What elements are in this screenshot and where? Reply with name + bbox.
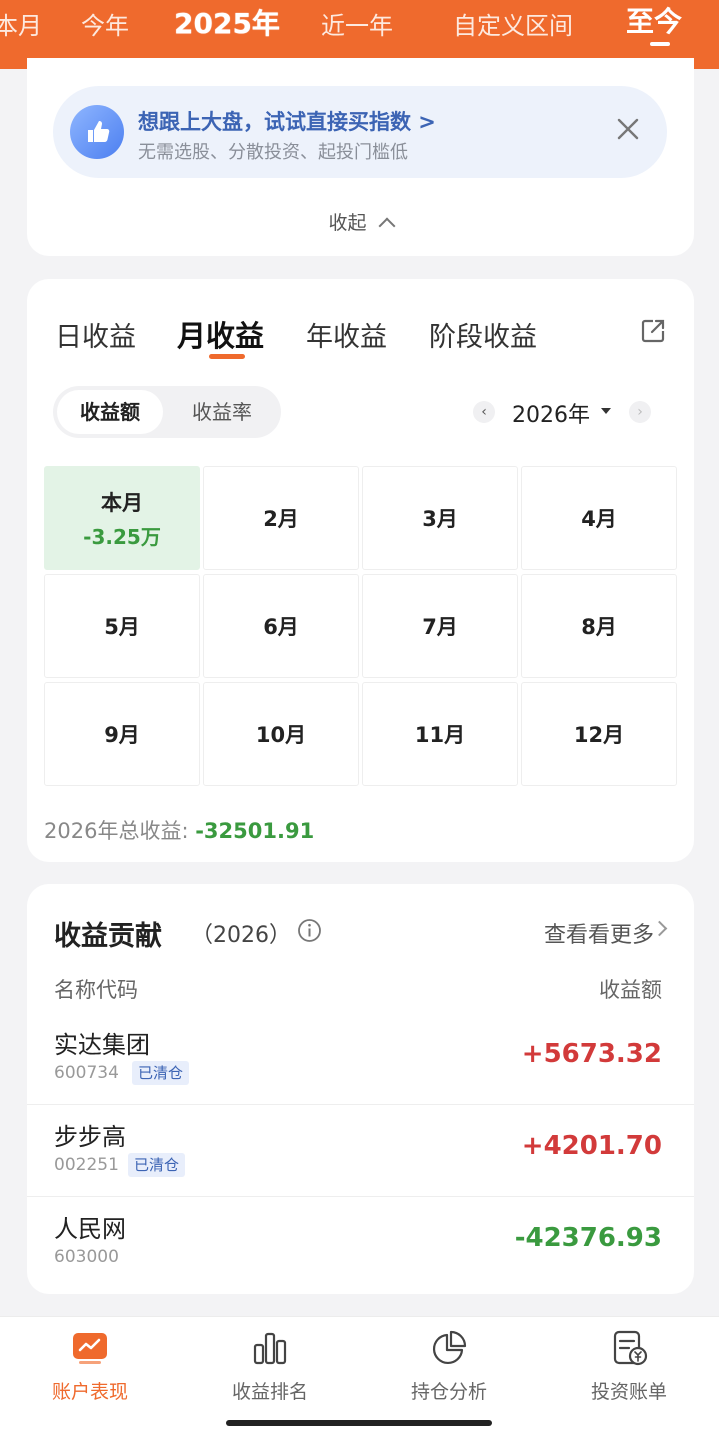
contribution-card: 收益贡献 （2026） 查看看更多 名称代码 收益额 实达集团 600734 已…	[27, 884, 694, 1294]
month-label: 5月	[104, 615, 140, 639]
month-cell[interactable]: 12月	[521, 682, 677, 786]
month-cell[interactable]: 10月	[203, 682, 359, 786]
stock-code: 603000	[54, 1247, 119, 1267]
earnings-card: 日收益 月收益 年收益 阶段收益 收益额 收益率 ‹ 2026年 › 本月 -3…	[27, 279, 694, 862]
month-label: 6月	[263, 615, 299, 639]
nav-account-performance[interactable]: 账户表现	[0, 1329, 180, 1404]
close-icon[interactable]	[615, 116, 641, 142]
bill-icon	[613, 1330, 648, 1366]
month-label: 9月	[104, 723, 140, 747]
account-chart-icon	[73, 1333, 107, 1364]
collapse-label: 收起	[328, 212, 367, 234]
month-label: 10月	[255, 723, 307, 747]
month-value: -3.25万	[83, 524, 161, 549]
stock-name: 人民网	[54, 1215, 126, 1243]
month-label: 本月	[101, 490, 143, 515]
month-label: 7月	[422, 615, 458, 639]
month-label: 3月	[422, 507, 458, 531]
contribution-title: 收益贡献	[54, 921, 162, 952]
month-label: 2月	[263, 507, 299, 531]
year-total: 2026年总收益: -32501.91	[44, 815, 314, 845]
month-label: 11月	[414, 723, 466, 747]
nav-label: 账户表现	[51, 1381, 128, 1403]
promo-title[interactable]: 想跟上大盘，试试直接买指数 >	[138, 106, 436, 136]
nav-label: 持仓分析	[410, 1381, 487, 1403]
next-year-chevron-right-icon[interactable]: ›	[629, 401, 651, 423]
tab-monthly[interactable]: 月收益	[177, 313, 264, 355]
period-tab-custom-range[interactable]: 自定义区间	[453, 6, 573, 41]
promo-card: 想跟上大盘，试试直接买指数 > 无需选股、分散投资、起投门槛低 收起	[27, 58, 694, 256]
nav-label: 投资账单	[590, 1381, 667, 1403]
thumbs-up-icon	[70, 105, 124, 159]
stock-name: 实达集团	[54, 1031, 150, 1059]
promo-subtitle: 无需选股、分散投资、起投门槛低	[138, 142, 408, 163]
prev-year-chevron-left-icon[interactable]: ‹	[473, 401, 495, 423]
tab-yearly[interactable]: 年收益	[306, 315, 387, 354]
active-period-indicator	[650, 42, 670, 46]
chevron-up-icon	[378, 217, 395, 235]
column-header-name: 名称代码	[54, 978, 138, 1002]
period-tab-this-year[interactable]: 今年	[81, 6, 129, 41]
table-row[interactable]: 实达集团 600734 已清仓 +5673.32	[27, 1013, 694, 1105]
home-indicator[interactable]	[226, 1420, 492, 1426]
bar-ranking-icon	[253, 1332, 287, 1365]
info-icon[interactable]	[297, 918, 322, 943]
cleared-badge: 已清仓	[128, 1153, 186, 1177]
stock-code: 600734	[54, 1063, 119, 1083]
stock-code: 002251	[54, 1155, 119, 1175]
month-cell[interactable]: 6月	[203, 574, 359, 678]
profit-amount: +4201.70	[521, 1131, 662, 1161]
table-row[interactable]: 步步高 002251 已清仓 +4201.70	[27, 1105, 694, 1197]
period-tab-2025[interactable]: 2025年	[174, 2, 280, 42]
column-header-amount: 收益额	[599, 978, 662, 1002]
nav-earnings-ranking[interactable]: 收益排名	[180, 1329, 360, 1404]
share-icon[interactable]	[639, 317, 667, 345]
nav-investment-bill[interactable]: 投资账单	[539, 1329, 719, 1404]
tab-daily[interactable]: 日收益	[55, 315, 136, 354]
caret-down-icon[interactable]	[601, 408, 611, 414]
month-cell[interactable]: 5月	[44, 574, 200, 678]
month-cell[interactable]: 3月	[362, 466, 518, 570]
metric-segment-control: 收益额 收益率	[53, 386, 281, 438]
segment-rate[interactable]: 收益率	[167, 390, 277, 434]
tab-period[interactable]: 阶段收益	[429, 315, 537, 354]
month-label: 4月	[581, 507, 617, 531]
loss-amount: -42376.93	[514, 1223, 662, 1253]
month-cell-current[interactable]: 本月 -3.25万	[44, 466, 200, 570]
month-label: 12月	[573, 723, 625, 747]
month-cell[interactable]: 9月	[44, 682, 200, 786]
index-promo-banner[interactable]: 想跟上大盘，试试直接买指数 > 无需选股、分散投资、起投门槛低	[53, 86, 667, 178]
month-cell[interactable]: 7月	[362, 574, 518, 678]
total-value: -32501.91	[195, 819, 315, 843]
collapse-button[interactable]: 收起	[27, 208, 694, 235]
month-cell[interactable]: 4月	[521, 466, 677, 570]
month-cell[interactable]: 11月	[362, 682, 518, 786]
view-more-link[interactable]: 查看看更多	[544, 917, 654, 949]
month-label: 8月	[581, 615, 617, 639]
table-row[interactable]: 人民网 603000 -42376.93	[27, 1197, 694, 1289]
active-tab-indicator	[209, 354, 245, 359]
nav-label: 收益排名	[231, 1381, 308, 1403]
cleared-badge: 已清仓	[132, 1061, 190, 1085]
segment-amount[interactable]: 收益额	[57, 390, 163, 434]
profit-amount: +5673.32	[521, 1039, 662, 1069]
total-label: 2026年总收益:	[44, 819, 196, 843]
period-tab-to-date[interactable]: 至今	[626, 0, 682, 40]
year-label[interactable]: 2026年	[512, 397, 590, 429]
pie-chart-icon	[432, 1330, 467, 1365]
period-tab-last-year[interactable]: 近一年	[321, 6, 393, 41]
contribution-year: （2026）	[191, 923, 291, 948]
chevron-right-icon[interactable]	[651, 920, 668, 937]
month-cell[interactable]: 8月	[521, 574, 677, 678]
stock-name: 步步高	[54, 1123, 126, 1151]
month-cell[interactable]: 2月	[203, 466, 359, 570]
period-tab-this-month[interactable]: 本月	[0, 6, 42, 41]
nav-holdings-analysis[interactable]: 持仓分析	[359, 1329, 539, 1404]
